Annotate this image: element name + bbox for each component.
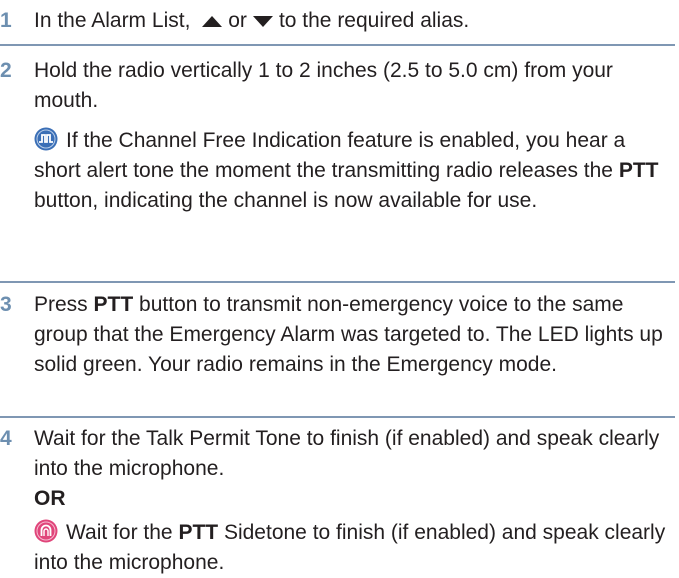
note-text-after: button, indicating the channel is now av… — [34, 189, 538, 212]
ptt-label: PTT — [618, 159, 659, 182]
step-text-before: Press — [34, 293, 88, 316]
step-text: In the Alarm List, or to the required ali… — [34, 6, 675, 36]
step-number: 1 — [0, 9, 12, 32]
step-instruction: Hold the radio vertically 1 to 2 inches … — [34, 59, 613, 112]
step-text-or: or — [228, 9, 247, 32]
step-text-before: In the Alarm List, — [34, 9, 191, 32]
alt-text-before: Wait for the — [66, 521, 173, 544]
step-text: Press PTT button to transmit non-emergen… — [34, 290, 675, 380]
step-instruction: Wait for the Talk Permit Tone to finish … — [34, 427, 660, 480]
arrow-down-icon — [252, 15, 273, 27]
step-number: 3 — [0, 293, 12, 316]
step-text: Wait for the Talk Permit Tone to finish … — [34, 424, 675, 578]
divider — [0, 416, 675, 418]
ptt-label: PTT — [93, 293, 134, 316]
step-text: Hold the radio vertically 1 to 2 inches … — [34, 56, 675, 216]
arrow-up-icon — [202, 15, 223, 27]
step-number: 2 — [0, 59, 12, 82]
channel-free-indication-icon — [34, 127, 58, 151]
or-text: OR — [34, 487, 66, 510]
divider — [0, 44, 675, 46]
ptt-sidetone-icon — [34, 519, 58, 543]
step-text-after: to the required alias. — [278, 9, 470, 32]
step-number: 4 — [0, 427, 12, 450]
or-label: OR — [34, 484, 675, 514]
note-text: If the Channel Free Indication feature i… — [34, 129, 626, 182]
step-note: If the Channel Free Indication feature i… — [34, 126, 675, 216]
ptt-label: PTT — [178, 521, 219, 544]
step-alternative: Wait for the PTT Sidetone to finish (if … — [34, 518, 675, 578]
divider — [0, 281, 675, 283]
